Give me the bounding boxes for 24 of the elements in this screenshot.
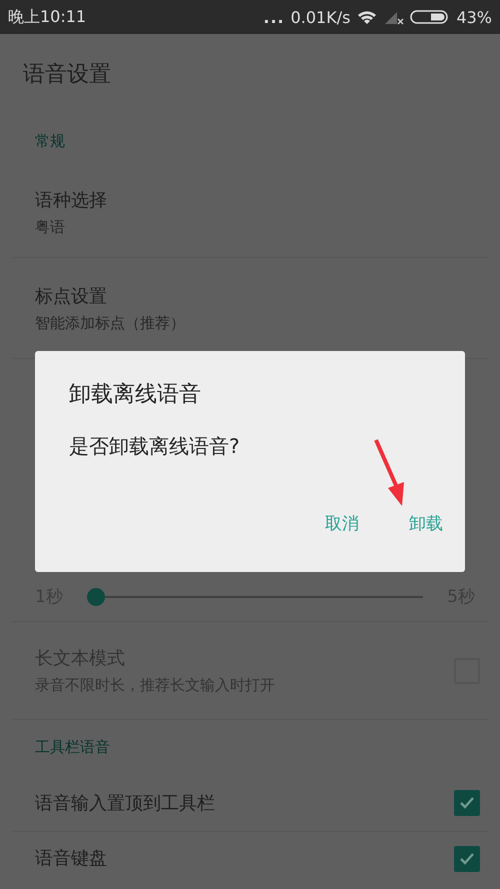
dialog-message: 是否卸载离线语音? (69, 433, 241, 460)
section-header: 常规 (35, 132, 65, 150)
checkbox[interactable] (454, 790, 480, 816)
setting-title[interactable]: 标点设置 (35, 284, 107, 308)
check-icon (459, 852, 475, 866)
dialog-button[interactable]: 取消 (313, 506, 371, 541)
battery-level: 43% (456, 8, 492, 26)
checkbox[interactable] (454, 846, 480, 872)
battery-icon (410, 9, 450, 25)
more-indicator: ... (263, 8, 285, 26)
setting-value: 智能添加标点（推荐） (35, 314, 185, 332)
status-time: 晚上10:11 (8, 6, 86, 28)
slider-thumb[interactable] (86, 588, 105, 606)
dialog-button[interactable]: 卸载 (397, 506, 455, 541)
setting-value: 粤语 (35, 218, 65, 237)
check-icon (459, 796, 475, 810)
page-title: 语音设置 (22, 61, 112, 89)
setting-title[interactable]: 语种选择 (35, 188, 107, 212)
setting-title[interactable]: 语音键盘 (35, 846, 107, 870)
wifi-icon (356, 9, 378, 25)
setting-title[interactable]: 语音输入置顶到工具栏 (35, 790, 215, 814)
dialog-title: 卸载离线语音 (69, 381, 202, 409)
section-header: 工具栏语音 (35, 738, 110, 756)
network-speed: 0.01K/s (290, 8, 350, 26)
